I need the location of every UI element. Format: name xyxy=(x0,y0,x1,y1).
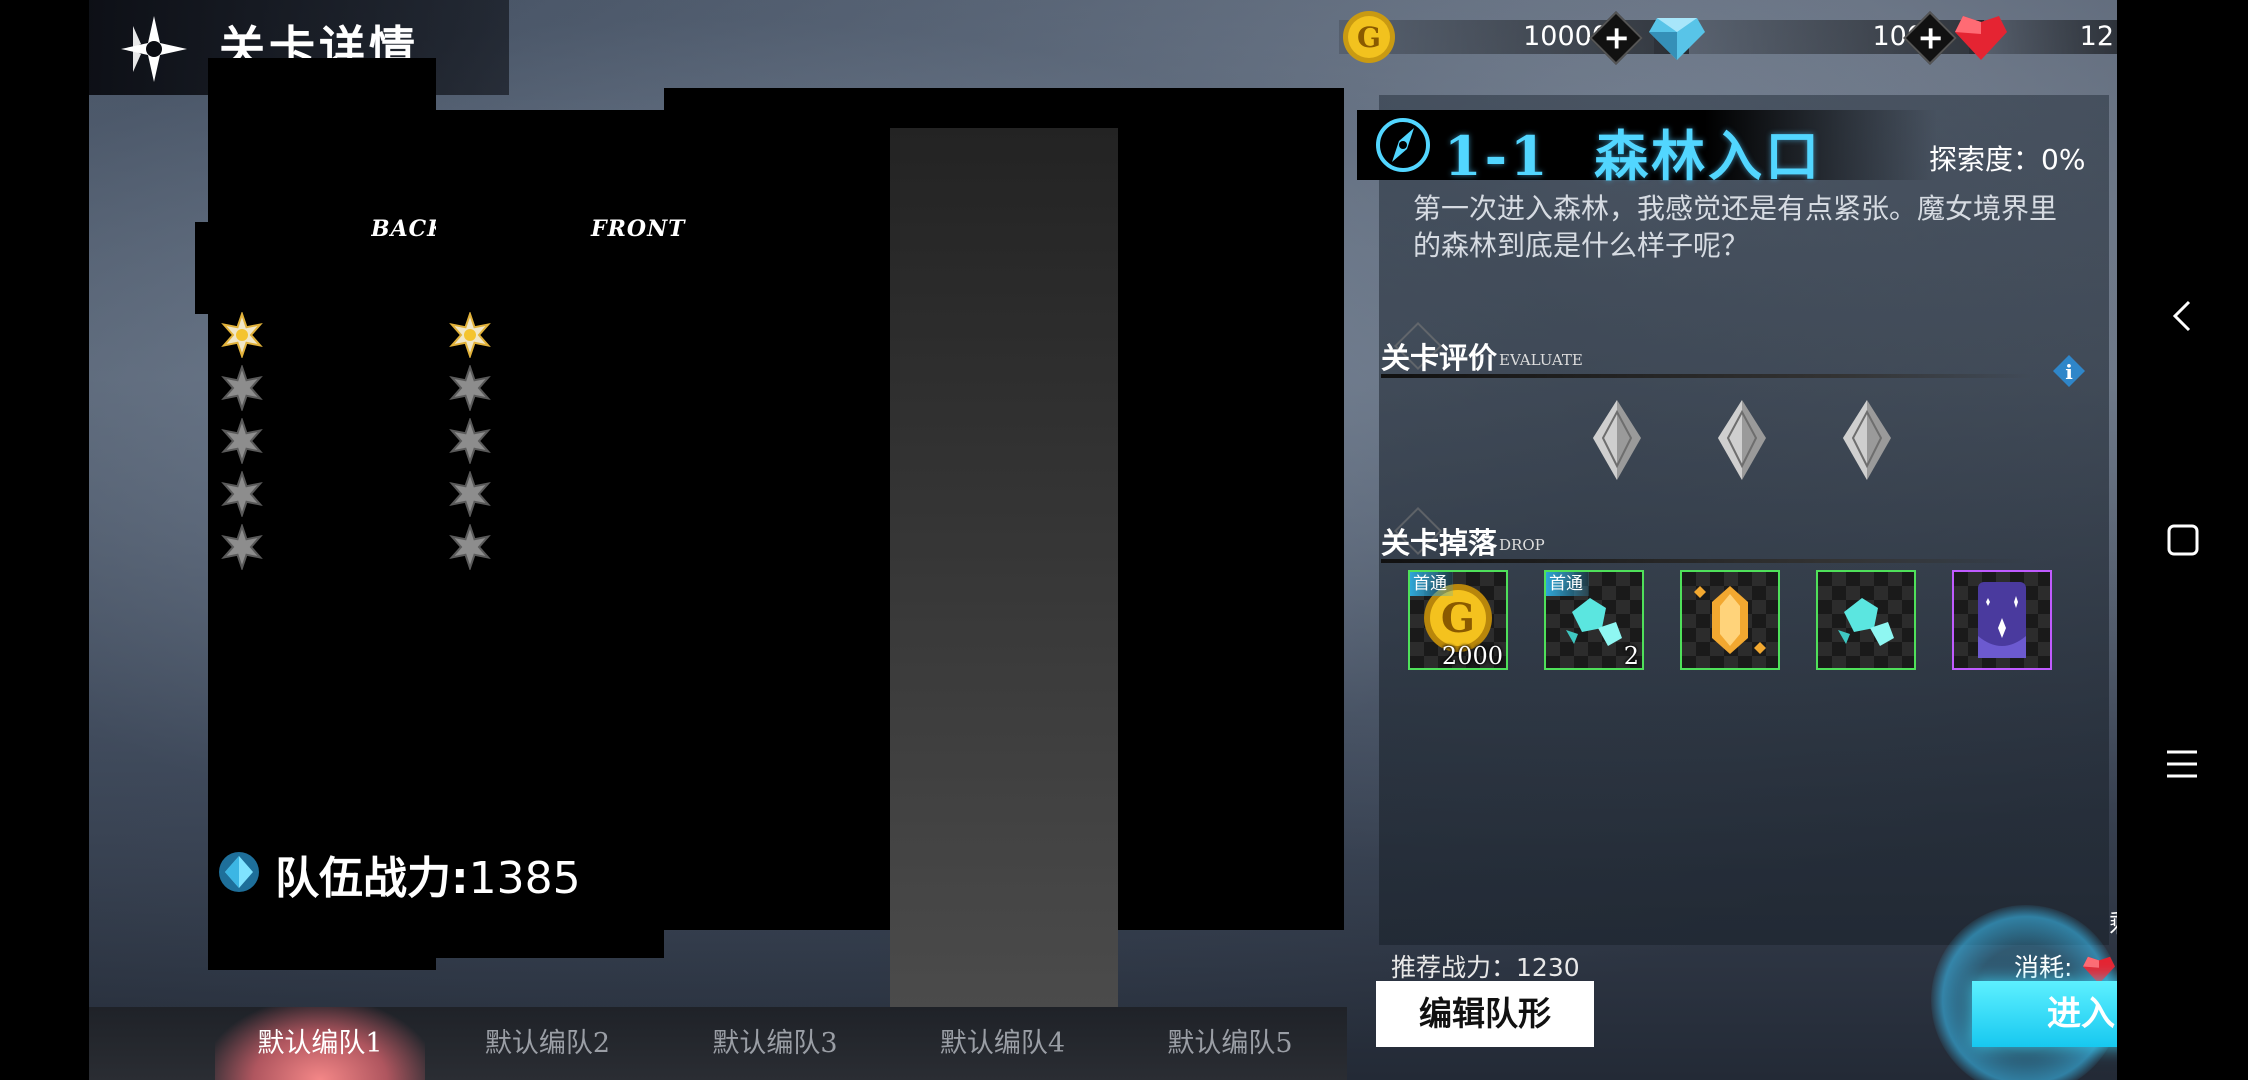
rating-crystal-icon xyxy=(1593,400,1641,480)
section-divider xyxy=(1381,374,2031,378)
formation-tab-5[interactable]: 默认编队5 xyxy=(1125,1007,1335,1080)
home-nav-icon[interactable] xyxy=(2117,500,2248,580)
evaluate-subtitle: EVALUATE xyxy=(1499,351,1583,369)
back-label-plate xyxy=(195,222,225,314)
gold-value: 10000 xyxy=(1523,21,1609,52)
star-icon xyxy=(221,524,263,570)
amber-crystal-icon xyxy=(1694,586,1766,654)
back-label: BACK xyxy=(371,216,436,242)
front-label: FRONT xyxy=(591,216,686,242)
drop-item[interactable] xyxy=(1680,570,1780,670)
team-power-value: 1385 xyxy=(468,853,581,904)
front-column-foot xyxy=(208,925,436,970)
rating-crystal-icon xyxy=(1718,400,1766,480)
edit-formation-button[interactable]: 编辑队形 xyxy=(1376,981,1594,1047)
star-icon xyxy=(449,418,491,464)
first-clear-badge: 首通 xyxy=(1546,572,1589,596)
formation-tab-4[interactable]: 默认编队4 xyxy=(898,1007,1108,1080)
highlighted-star-icon xyxy=(449,312,491,358)
drop-subtitle: DROP xyxy=(1499,536,1545,554)
game-screen: 关卡详情 G 10000 + 100 + 12 BACK FRONT 队伍战力:… xyxy=(89,0,2117,1080)
highlighted-star-icon xyxy=(221,312,263,358)
purple-scroll-icon xyxy=(1978,582,2026,658)
recommended-power: 推荐战力：1230 xyxy=(1391,953,1580,982)
explore-progress: 探索度：0% xyxy=(1929,143,2086,176)
svg-text:i: i xyxy=(2065,360,2073,384)
field-highlight xyxy=(890,128,1118,1008)
compass-emblem-icon xyxy=(1376,118,1430,172)
svg-text:G: G xyxy=(1441,595,1475,642)
stage-description: 第一次进入森林，我感觉还是有点紧张。魔女境界里的森林到底是什么样子呢？ xyxy=(1413,192,2058,262)
blue-crystal-icon xyxy=(1649,18,1705,60)
team-power: 队伍战力:1385 xyxy=(275,853,581,904)
remaining-attempts: 剩余次数 xyxy=(2109,904,2117,940)
drop-item[interactable] xyxy=(1816,570,1916,670)
stamina-value: 12 xyxy=(2079,21,2114,52)
back-nav-icon[interactable] xyxy=(2117,276,2248,356)
enter-button[interactable]: 进入 xyxy=(1972,981,2117,1047)
evaluate-title: 关卡评价 xyxy=(1381,341,1498,375)
section-divider xyxy=(1381,559,2031,563)
formation-tab-1[interactable]: 默认编队1 xyxy=(215,1007,425,1080)
drop-item[interactable]: 首通 2 xyxy=(1544,570,1644,670)
gold-coin-icon: G xyxy=(1343,11,1395,63)
rating-crystal-icon xyxy=(1843,400,1891,480)
drop-title: 关卡掉落 xyxy=(1381,526,1498,560)
explore-value: 0% xyxy=(2041,143,2086,176)
formation-tab-3[interactable]: 默认编队3 xyxy=(670,1007,880,1080)
red-heart-gem-icon xyxy=(1955,16,2007,60)
diamond-value: 100 xyxy=(1872,21,1924,52)
star-icon xyxy=(221,418,263,464)
system-nav-bar xyxy=(2117,0,2248,1080)
power-gem-icon xyxy=(219,852,259,892)
star-icon xyxy=(449,471,491,517)
star-icon xyxy=(221,365,263,411)
star-icon xyxy=(221,471,263,517)
first-clear-badge: 首通 xyxy=(1410,572,1453,596)
formation-tab-2[interactable]: 默认编队2 xyxy=(443,1007,653,1080)
evaluate-header: 关卡评价 EVALUATE xyxy=(1381,321,2101,378)
stage-number: 1-1 xyxy=(1444,124,1551,188)
drop-item[interactable]: G 首通 2000 xyxy=(1408,570,1508,670)
recommended-power-value: 1230 xyxy=(1516,953,1580,982)
info-icon[interactable]: i xyxy=(2052,354,2086,388)
svg-text:G: G xyxy=(1357,21,1381,54)
stage-title: 1-1 森林入口 xyxy=(1444,112,1822,191)
drop-qty: 2 xyxy=(1623,642,1639,670)
cyan-ore-icon xyxy=(1838,598,1894,646)
drop-item[interactable] xyxy=(1952,570,2052,670)
menu-nav-icon[interactable] xyxy=(2117,724,2248,804)
drop-header: 关卡掉落 DROP xyxy=(1381,506,2101,563)
star-icon xyxy=(449,365,491,411)
drop-qty: 2000 xyxy=(1441,642,1503,670)
stage-name: 森林入口 xyxy=(1594,124,1823,188)
star-icon xyxy=(449,524,491,570)
back-emblem-icon[interactable] xyxy=(119,14,189,84)
stamina-cost: 消耗: 10 xyxy=(2014,948,2117,985)
